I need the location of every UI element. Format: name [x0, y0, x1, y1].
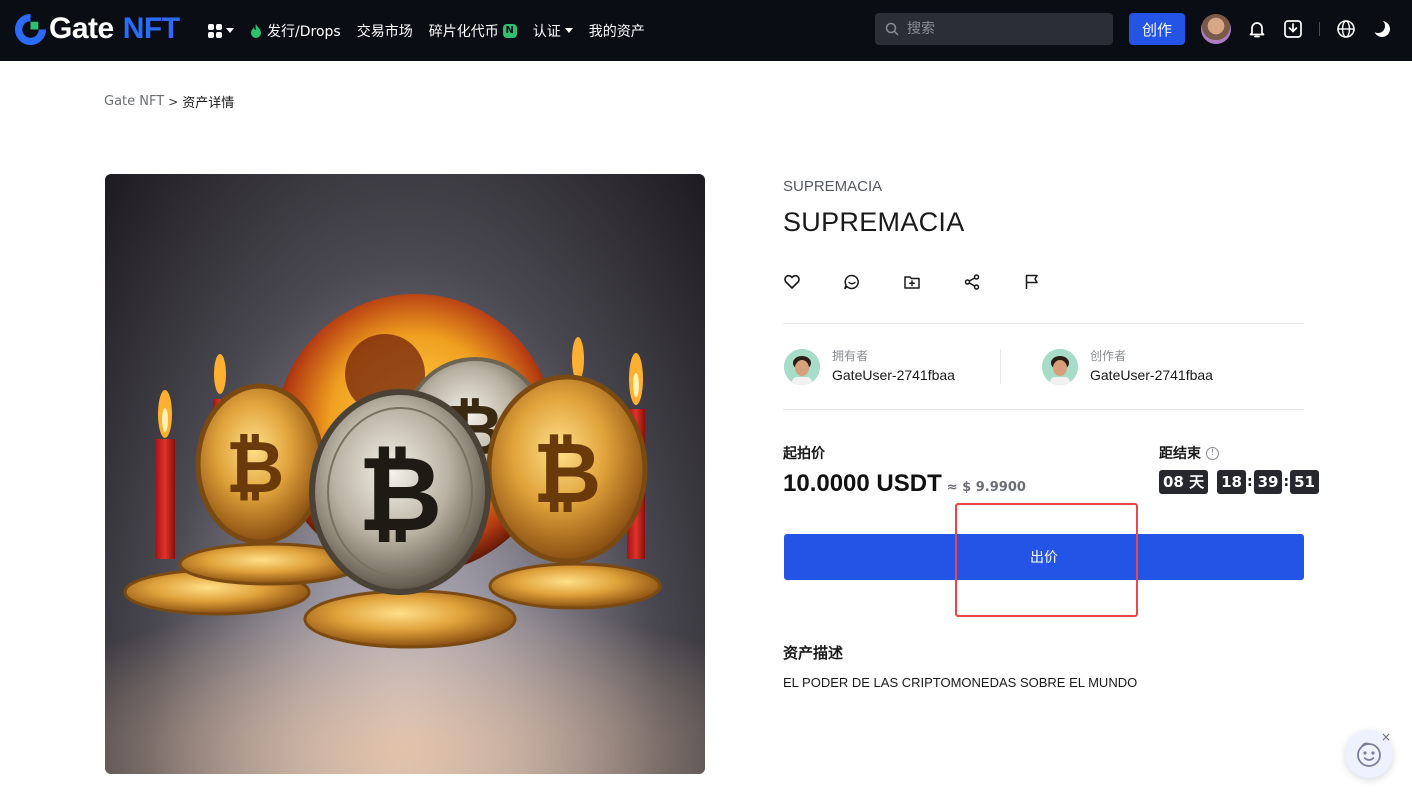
- report-button[interactable]: [1022, 272, 1042, 292]
- asset-title: SUPREMACIA: [783, 207, 965, 237]
- price-value: 10.0000 USDT: [783, 470, 942, 497]
- nav-fractional-tokens[interactable]: 碎片化代币 N: [429, 21, 517, 41]
- owner-info[interactable]: 拥有者 GateUser-2741fbaa: [784, 348, 955, 386]
- countdown-days: 08 天: [1159, 470, 1209, 494]
- countdown-label-text: 距结束: [1159, 446, 1201, 462]
- download-icon[interactable]: [1282, 18, 1304, 40]
- divider: [783, 409, 1304, 410]
- asset-actions: [782, 272, 1082, 292]
- starting-price-label: 起拍价: [783, 446, 825, 462]
- nft-artwork-image[interactable]: ₿ ₿ ₿ ₿: [105, 174, 705, 774]
- chevron-down-icon: [564, 28, 573, 33]
- creator-avatar: [1042, 349, 1078, 385]
- gate-nft-logo[interactable]: Gate NFT: [14, 12, 180, 46]
- countdown-timer: 08 天 18 : 39 : 51: [1159, 470, 1319, 494]
- collection-name[interactable]: SUPREMACIA: [783, 178, 882, 195]
- search-icon: [885, 22, 899, 36]
- nav-my-assets-label: 我的资产: [588, 23, 645, 40]
- top-navbar: Gate NFT 发行/Drops 交易市场 碎片化代币 N 认证 我的资产 搜…: [0, 0, 1412, 61]
- bell-icon[interactable]: [1246, 18, 1268, 40]
- gate-logo-icon: [14, 13, 47, 45]
- like-button[interactable]: [782, 272, 802, 292]
- search-box[interactable]: [875, 13, 1113, 45]
- creator-info[interactable]: 创作者 GateUser-2741fbaa: [1042, 348, 1213, 386]
- share-button[interactable]: [962, 272, 982, 292]
- new-badge: N: [502, 23, 517, 38]
- apps-menu-button[interactable]: [208, 23, 234, 38]
- countdown-hours: 18: [1217, 470, 1246, 494]
- nav-marketplace-label: 交易市场: [356, 23, 413, 40]
- nav-drops-label: 发行/Drops: [267, 23, 341, 40]
- breadcrumb-root-link[interactable]: Gate NFT: [104, 94, 164, 109]
- owner-text: 拥有者 GateUser-2741fbaa: [832, 348, 955, 386]
- logo-text: Gate NFT: [49, 12, 180, 45]
- owner-name[interactable]: GateUser-2741fbaa: [832, 364, 955, 386]
- countdown-minutes: 39: [1253, 470, 1283, 494]
- price-usd-approx: ≈ $ 9.9900: [946, 480, 1026, 495]
- svg-text:₿: ₿: [533, 426, 601, 520]
- divider: [783, 323, 1304, 324]
- breadcrumb-separator: >: [168, 94, 179, 109]
- owner-avatar: [784, 349, 820, 385]
- apps-icon: [208, 23, 222, 38]
- search-input[interactable]: [907, 21, 1097, 37]
- flame-icon: [251, 23, 261, 38]
- countdown-seconds: 51: [1290, 470, 1319, 494]
- main-nav: 发行/Drops 交易市场 碎片化代币 N 认证 我的资产: [208, 0, 661, 61]
- description-title: 资产描述: [783, 644, 844, 662]
- flag-icon: [1025, 274, 1038, 289]
- nav-verification-label: 认证: [532, 23, 561, 40]
- place-bid-button[interactable]: 出价: [784, 534, 1304, 580]
- breadcrumb-current: 资产详情: [182, 96, 235, 111]
- nav-divider: [1319, 22, 1320, 36]
- comment-icon: [844, 274, 859, 290]
- folder-add-icon: [904, 276, 920, 289]
- info-icon[interactable]: !: [1206, 446, 1219, 460]
- breadcrumb: Gate NFT > 资产详情: [104, 92, 234, 111]
- create-button[interactable]: 创作: [1129, 13, 1185, 45]
- globe-icon[interactable]: [1335, 18, 1357, 40]
- comment-button[interactable]: [842, 272, 862, 292]
- nav-fractional-label: 碎片化代币: [428, 23, 499, 40]
- nav-my-assets[interactable]: 我的资产: [589, 21, 645, 41]
- countdown-label: 距结束 !: [1159, 443, 1219, 463]
- chevron-down-icon: [226, 28, 234, 33]
- theme-toggle-icon[interactable]: [1371, 18, 1393, 40]
- svg-text:₿: ₿: [226, 428, 285, 508]
- bitcoin-coins-illustration: ₿ ₿ ₿ ₿: [105, 294, 705, 774]
- share-icon: [964, 274, 980, 290]
- heart-icon: [784, 274, 800, 289]
- svg-text:₿: ₿: [358, 437, 443, 553]
- user-avatar[interactable]: [1201, 14, 1231, 44]
- owner-role-label: 拥有者: [832, 349, 869, 363]
- nav-verification[interactable]: 认证: [533, 21, 573, 41]
- description-text: EL PODER DE LAS CRIPTOMONEDAS SOBRE EL M…: [783, 675, 1138, 690]
- close-icon[interactable]: ×: [1380, 731, 1392, 743]
- nav-drops[interactable]: 发行/Drops: [250, 21, 341, 41]
- person-divider: [1000, 349, 1001, 384]
- nav-marketplace[interactable]: 交易市场: [357, 21, 413, 41]
- creator-name[interactable]: GateUser-2741fbaa: [1090, 364, 1213, 386]
- creator-text: 创作者 GateUser-2741fbaa: [1090, 348, 1213, 386]
- creator-role-label: 创作者: [1090, 349, 1127, 363]
- price-block: 10.0000 USDT ≈ $ 9.9900: [783, 470, 1026, 498]
- add-to-folder-button[interactable]: [902, 272, 922, 292]
